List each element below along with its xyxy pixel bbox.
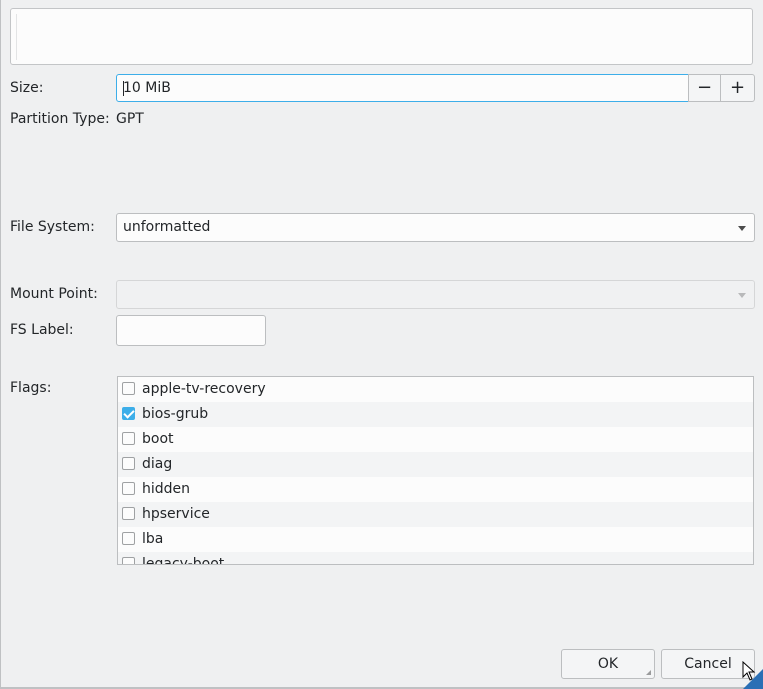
cancel-button-label: Cancel xyxy=(684,656,732,672)
flag-checkbox[interactable] xyxy=(122,382,135,395)
flags-label: Flags: xyxy=(10,380,52,396)
ok-button-label: OK xyxy=(597,656,619,672)
flag-label: hidden xyxy=(142,481,191,497)
flag-label: boot xyxy=(142,431,174,447)
flag-checkbox[interactable] xyxy=(122,507,135,520)
flag-item-boot[interactable]: boot xyxy=(118,427,753,452)
flag-checkbox[interactable] xyxy=(122,457,135,470)
flag-checkbox[interactable] xyxy=(122,407,135,420)
resize-grip-icon xyxy=(646,670,651,675)
partition-type-value: GPT xyxy=(116,111,144,127)
text-caret xyxy=(123,81,124,96)
size-decrement-button[interactable]: − xyxy=(688,74,721,102)
window-border-left xyxy=(0,0,1,689)
flag-item-legacy-boot[interactable]: legacy-boot xyxy=(118,552,753,565)
flag-label: lba xyxy=(142,531,164,547)
size-spinbox[interactable]: 10 MiB xyxy=(116,74,689,102)
fs-label-input[interactable] xyxy=(116,315,266,346)
size-increment-button[interactable]: + xyxy=(720,74,755,102)
flag-checkbox[interactable] xyxy=(122,532,135,545)
flag-label: legacy-boot xyxy=(142,556,225,565)
file-system-label: File System: xyxy=(10,219,95,235)
chevron-down-icon xyxy=(738,226,746,231)
flag-label: diag xyxy=(142,456,173,472)
flag-label: apple-tv-recovery xyxy=(142,381,266,397)
ok-button[interactable]: OK xyxy=(561,649,655,679)
chevron-down-icon xyxy=(738,293,746,298)
size-label: Size: xyxy=(10,80,44,96)
partition-preview-bar xyxy=(16,14,17,60)
fs-label-label: FS Label: xyxy=(10,322,74,338)
mouse-pointer-icon xyxy=(742,661,756,681)
flag-checkbox[interactable] xyxy=(122,482,135,495)
partition-type-label: Partition Type: xyxy=(10,111,110,127)
flag-item-bios-grub[interactable]: bios-grub xyxy=(118,402,753,427)
flags-list[interactable]: apple-tv-recovery bios-grub boot diag hidden… xyxy=(117,376,754,565)
mount-point-label: Mount Point: xyxy=(10,286,98,302)
flag-item-hidden[interactable]: hidden xyxy=(118,477,753,502)
mount-point-combobox xyxy=(116,280,755,309)
flag-item-apple-tv-recovery[interactable]: apple-tv-recovery xyxy=(118,377,753,402)
size-value: 10 MiB xyxy=(123,80,171,96)
flag-checkbox[interactable] xyxy=(122,432,135,445)
flag-item-diag[interactable]: diag xyxy=(118,452,753,477)
partition-preview xyxy=(10,8,753,65)
flag-item-lba[interactable]: lba xyxy=(118,527,753,552)
flag-label: bios-grub xyxy=(142,406,209,422)
flag-item-hpservice[interactable]: hpservice xyxy=(118,502,753,527)
flag-checkbox[interactable] xyxy=(122,557,135,564)
cancel-button[interactable]: Cancel xyxy=(661,649,755,679)
flag-label: hpservice xyxy=(142,506,210,522)
file-system-combobox[interactable]: unformatted xyxy=(116,213,755,242)
file-system-value: unformatted xyxy=(123,219,211,235)
